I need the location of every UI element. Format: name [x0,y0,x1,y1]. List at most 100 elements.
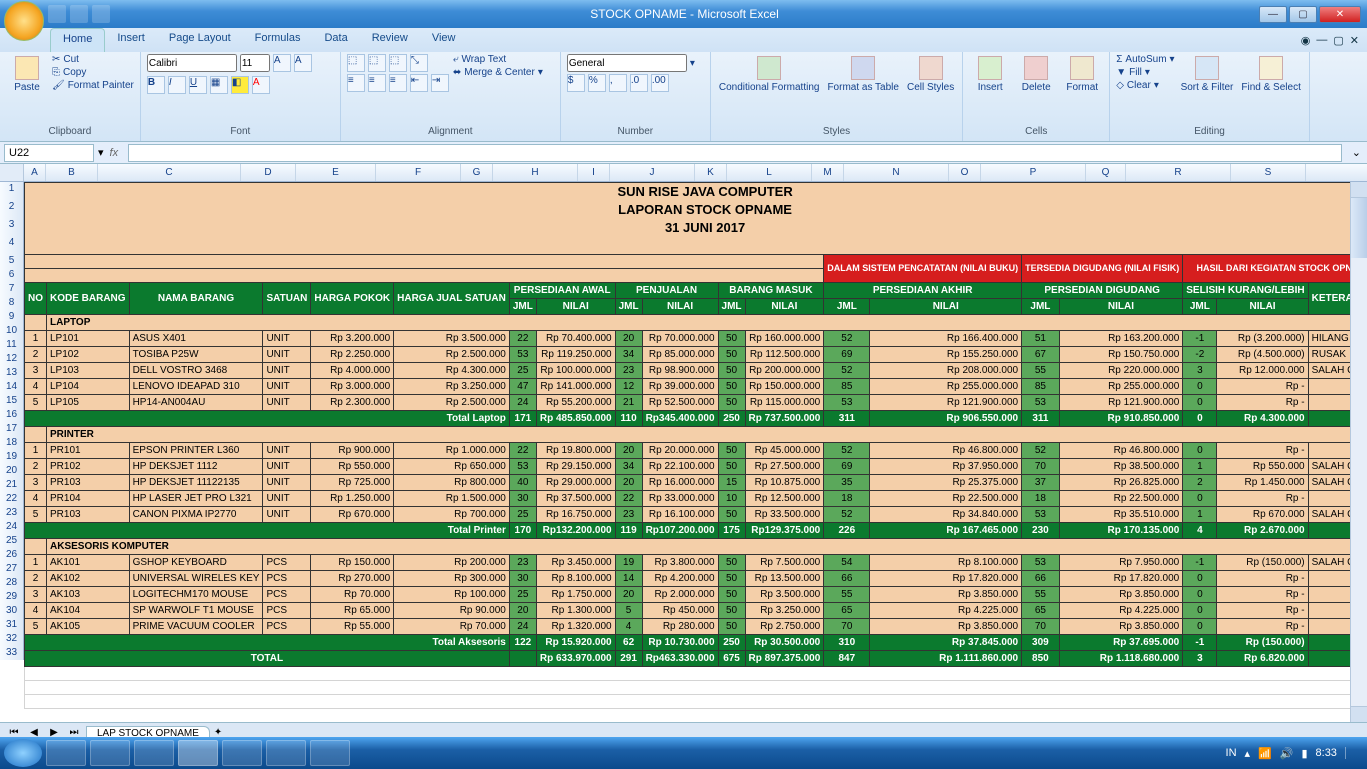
tab-insert[interactable]: Insert [105,28,157,52]
copy-button[interactable]: ⎘Copy [52,67,134,78]
worksheet-grid[interactable]: SUN RISE JAVA COMPUTERLAPORAN STOCK OPNA… [24,182,1367,709]
decrease-decimal-icon[interactable]: .00 [651,74,669,92]
tab-view[interactable]: View [420,28,468,52]
fill-color-button[interactable]: ◧ [231,76,249,94]
tray-volume-icon[interactable]: 🔊 [1280,747,1294,760]
cut-button[interactable]: ✂Cut [52,54,134,65]
taskbar-paint-icon[interactable] [134,740,174,766]
increase-font-icon[interactable]: A [273,54,291,72]
fill-button[interactable]: ▼Fill ▾ [1116,67,1174,78]
namebox-dropdown-icon[interactable]: ▾ [98,146,104,159]
align-center-icon[interactable]: ≡ [368,74,386,92]
accounting-format-icon[interactable]: $ [567,74,585,92]
group-label-editing: Editing [1116,124,1303,139]
maximize-button[interactable]: ▢ [1289,6,1317,23]
insert-cells-button[interactable]: Insert [969,54,1011,95]
start-button[interactable] [4,739,42,767]
align-right-icon[interactable]: ≡ [389,74,407,92]
windows-taskbar: IN ▴ 📶 🔊 ▮ 8:33 [0,737,1367,769]
conditional-formatting-button[interactable]: Conditional Formatting [717,54,822,95]
column-headers[interactable]: ABCDEFGHIJKLMNOPQRS [0,164,1367,182]
select-all-corner[interactable] [0,164,24,181]
group-label-cells: Cells [969,124,1103,139]
minimize-button[interactable]: — [1259,6,1287,23]
office-button[interactable] [4,1,44,41]
tab-formulas[interactable]: Formulas [243,28,313,52]
brush-icon: 🖌 [52,80,65,91]
comma-format-icon[interactable]: , [609,74,627,92]
taskbar-app-icon[interactable] [310,740,350,766]
tray-flag-icon[interactable]: ▴ [1245,747,1251,760]
tray-network-icon[interactable]: 📶 [1258,747,1272,760]
autosum-button[interactable]: ΣAutoSum ▾ [1116,54,1174,65]
font-color-button[interactable]: A [252,76,270,94]
align-middle-icon[interactable]: ⬚ [368,54,386,72]
merge-center-button[interactable]: ⬌Merge & Center ▾ [453,67,543,78]
taskbar-powerpoint-icon[interactable] [90,740,130,766]
copy-icon: ⎘ [52,67,60,78]
expand-formula-bar-icon[interactable]: ⌄ [1352,146,1361,159]
format-painter-button[interactable]: 🖌Format Painter [52,80,134,91]
redo-icon[interactable] [92,5,110,23]
tab-review[interactable]: Review [360,28,420,52]
scroll-up-arrow[interactable] [1351,182,1367,198]
find-select-button[interactable]: Find & Select [1239,54,1302,95]
row-headers[interactable]: 1234567891011121314151617181920212223242… [0,182,24,709]
paste-button[interactable]: Paste [6,54,48,95]
taskbar-excel-icon[interactable] [178,740,218,766]
taskbar-explorer-icon[interactable] [46,740,86,766]
quick-access-toolbar [48,5,110,23]
delete-cells-button[interactable]: Delete [1015,54,1057,95]
italic-button[interactable]: I [168,76,186,94]
increase-indent-icon[interactable]: ⇥ [431,74,449,92]
undo-icon[interactable] [70,5,88,23]
cell-styles-button[interactable]: Cell Styles [905,54,956,95]
fill-icon: ▼ [1116,67,1126,78]
close-button[interactable]: ✕ [1319,6,1361,23]
tab-page-layout[interactable]: Page Layout [157,28,243,52]
scroll-down-arrow[interactable] [1351,706,1367,722]
number-format-combo[interactable] [567,54,687,72]
align-left-icon[interactable]: ≡ [347,74,365,92]
format-as-table-button[interactable]: Format as Table [825,54,901,95]
tab-home[interactable]: Home [50,28,105,52]
underline-button[interactable]: U [189,76,207,94]
increase-decimal-icon[interactable]: .0 [630,74,648,92]
tab-data[interactable]: Data [312,28,359,52]
minimize-ribbon-icon[interactable]: — [1316,34,1327,46]
decrease-font-icon[interactable]: A [294,54,312,72]
decrease-indent-icon[interactable]: ⇤ [410,74,428,92]
formula-input[interactable] [128,144,1342,162]
font-size-combo[interactable] [240,54,270,72]
name-box[interactable]: U22 [4,144,94,162]
clear-button[interactable]: ◇Clear ▾ [1116,80,1174,91]
close-workbook-icon[interactable]: ✕ [1350,34,1359,47]
eraser-icon: ◇ [1116,80,1124,91]
merge-icon: ⬌ [453,67,461,78]
align-top-icon[interactable]: ⬚ [347,54,365,72]
taskbar-word-icon[interactable] [222,740,262,766]
clock[interactable]: 8:33 [1316,747,1337,759]
paste-icon [15,56,39,80]
taskbar-chrome-icon[interactable] [266,740,306,766]
font-name-combo[interactable] [147,54,237,72]
orientation-icon[interactable]: ⤡ [410,54,428,72]
wrap-text-button[interactable]: ⤶Wrap Text [453,54,543,65]
tray-battery-icon[interactable]: ▮ [1301,747,1307,760]
vertical-scrollbar[interactable] [1350,182,1367,722]
help-icon[interactable]: ◉ [1301,34,1311,47]
fx-icon[interactable]: fx [110,147,119,159]
restore-window-icon[interactable]: ▢ [1333,34,1343,47]
language-indicator[interactable]: IN [1226,747,1237,759]
align-bottom-icon[interactable]: ⬚ [389,54,407,72]
show-desktop-button[interactable] [1345,747,1355,759]
scissors-icon: ✂ [52,54,60,65]
worksheet-area[interactable]: ABCDEFGHIJKLMNOPQRS 12345678910111213141… [0,164,1367,722]
sort-filter-button[interactable]: Sort & Filter [1179,54,1236,95]
percent-format-icon[interactable]: % [588,74,606,92]
scroll-thumb[interactable] [1351,198,1367,258]
border-button[interactable]: ▦ [210,76,228,94]
save-icon[interactable] [48,5,66,23]
format-cells-button[interactable]: Format [1061,54,1103,95]
bold-button[interactable]: B [147,76,165,94]
